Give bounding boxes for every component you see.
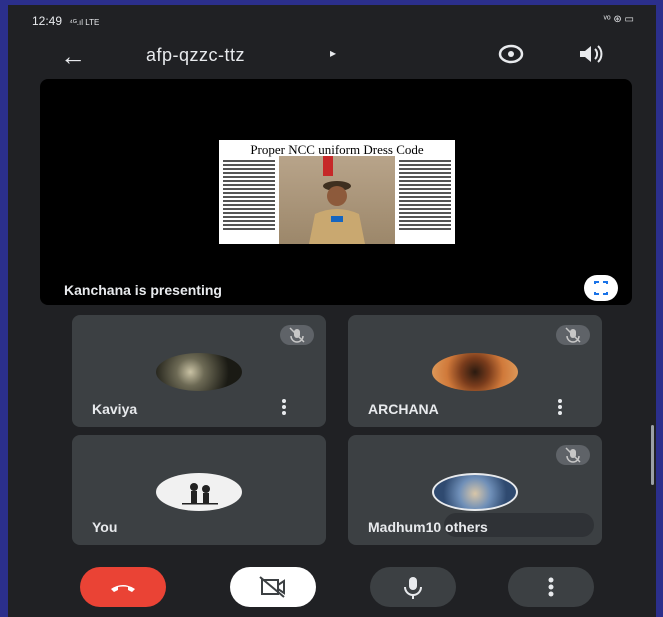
mic-off-icon: [556, 325, 590, 345]
avatar: [432, 473, 518, 511]
fullscreen-button[interactable]: [584, 275, 618, 301]
participant-tile-kaviya[interactable]: Kaviya: [72, 315, 326, 427]
participant-name: Madhum10 others: [368, 519, 488, 535]
mic-button[interactable]: [370, 567, 456, 607]
participant-tile-you[interactable]: You: [72, 435, 326, 545]
phone-hangup-icon: [111, 585, 135, 592]
fullscreen-icon: [594, 281, 608, 295]
uniform-photo: [279, 156, 395, 244]
participant-tile-others[interactable]: Madhum10 others: [348, 435, 602, 545]
camera-off-icon: [259, 576, 285, 598]
scrollbar[interactable]: [651, 425, 654, 485]
avatar: [156, 473, 242, 511]
more-vert-icon: [548, 577, 554, 597]
signal-indicator: ⁴ᴳ.ıl LTE: [69, 18, 100, 27]
shared-slide: Proper NCC uniform Dress Code: [219, 140, 455, 244]
participant-tile-archana[interactable]: ARCHANA: [348, 315, 602, 427]
more-options-icon[interactable]: [558, 399, 562, 415]
avatar: [156, 353, 242, 391]
presenter-label: Kanchana is presenting: [64, 282, 222, 298]
presentation-stage[interactable]: Proper NCC uniform Dress Code Kanchana i…: [40, 79, 632, 305]
speaker-icon[interactable]: [576, 43, 606, 65]
participant-name: ARCHANA: [368, 401, 439, 417]
status-icons: ᵛᵒ ⊛ ▭: [603, 14, 634, 25]
mic-off-icon: [556, 445, 590, 465]
meeting-code[interactable]: afp-qzzc-ttz: [146, 45, 245, 66]
participant-name: You: [92, 519, 118, 535]
mic-off-icon: [280, 325, 314, 345]
slide-text-left: [221, 158, 277, 238]
flip-camera-icon[interactable]: [496, 43, 526, 65]
others-count: 10 others: [425, 519, 488, 535]
avatar: [432, 353, 518, 391]
meet-app: 12:49 ⁴ᴳ.ıl LTE ᵛᵒ ⊛ ▭ ← afp-qzzc-ttz ▸ …: [8, 5, 656, 617]
camera-toggle-button[interactable]: [230, 567, 316, 607]
arrow-left-icon[interactable]: ←: [60, 41, 86, 71]
caret-right-icon[interactable]: ▸: [330, 46, 336, 60]
more-options-button[interactable]: [508, 567, 594, 607]
call-header: ← afp-qzzc-ttz ▸: [8, 37, 656, 77]
more-options-icon[interactable]: [282, 399, 286, 415]
status-bar: 12:49 ⁴ᴳ.ıl LTE ᵛᵒ ⊛ ▭: [8, 5, 656, 33]
slide-text-right: [397, 158, 453, 238]
participant-name: Kaviya: [92, 401, 138, 417]
end-call-button[interactable]: [80, 567, 166, 607]
status-time: 12:49: [32, 14, 63, 28]
mic-icon: [404, 577, 422, 599]
